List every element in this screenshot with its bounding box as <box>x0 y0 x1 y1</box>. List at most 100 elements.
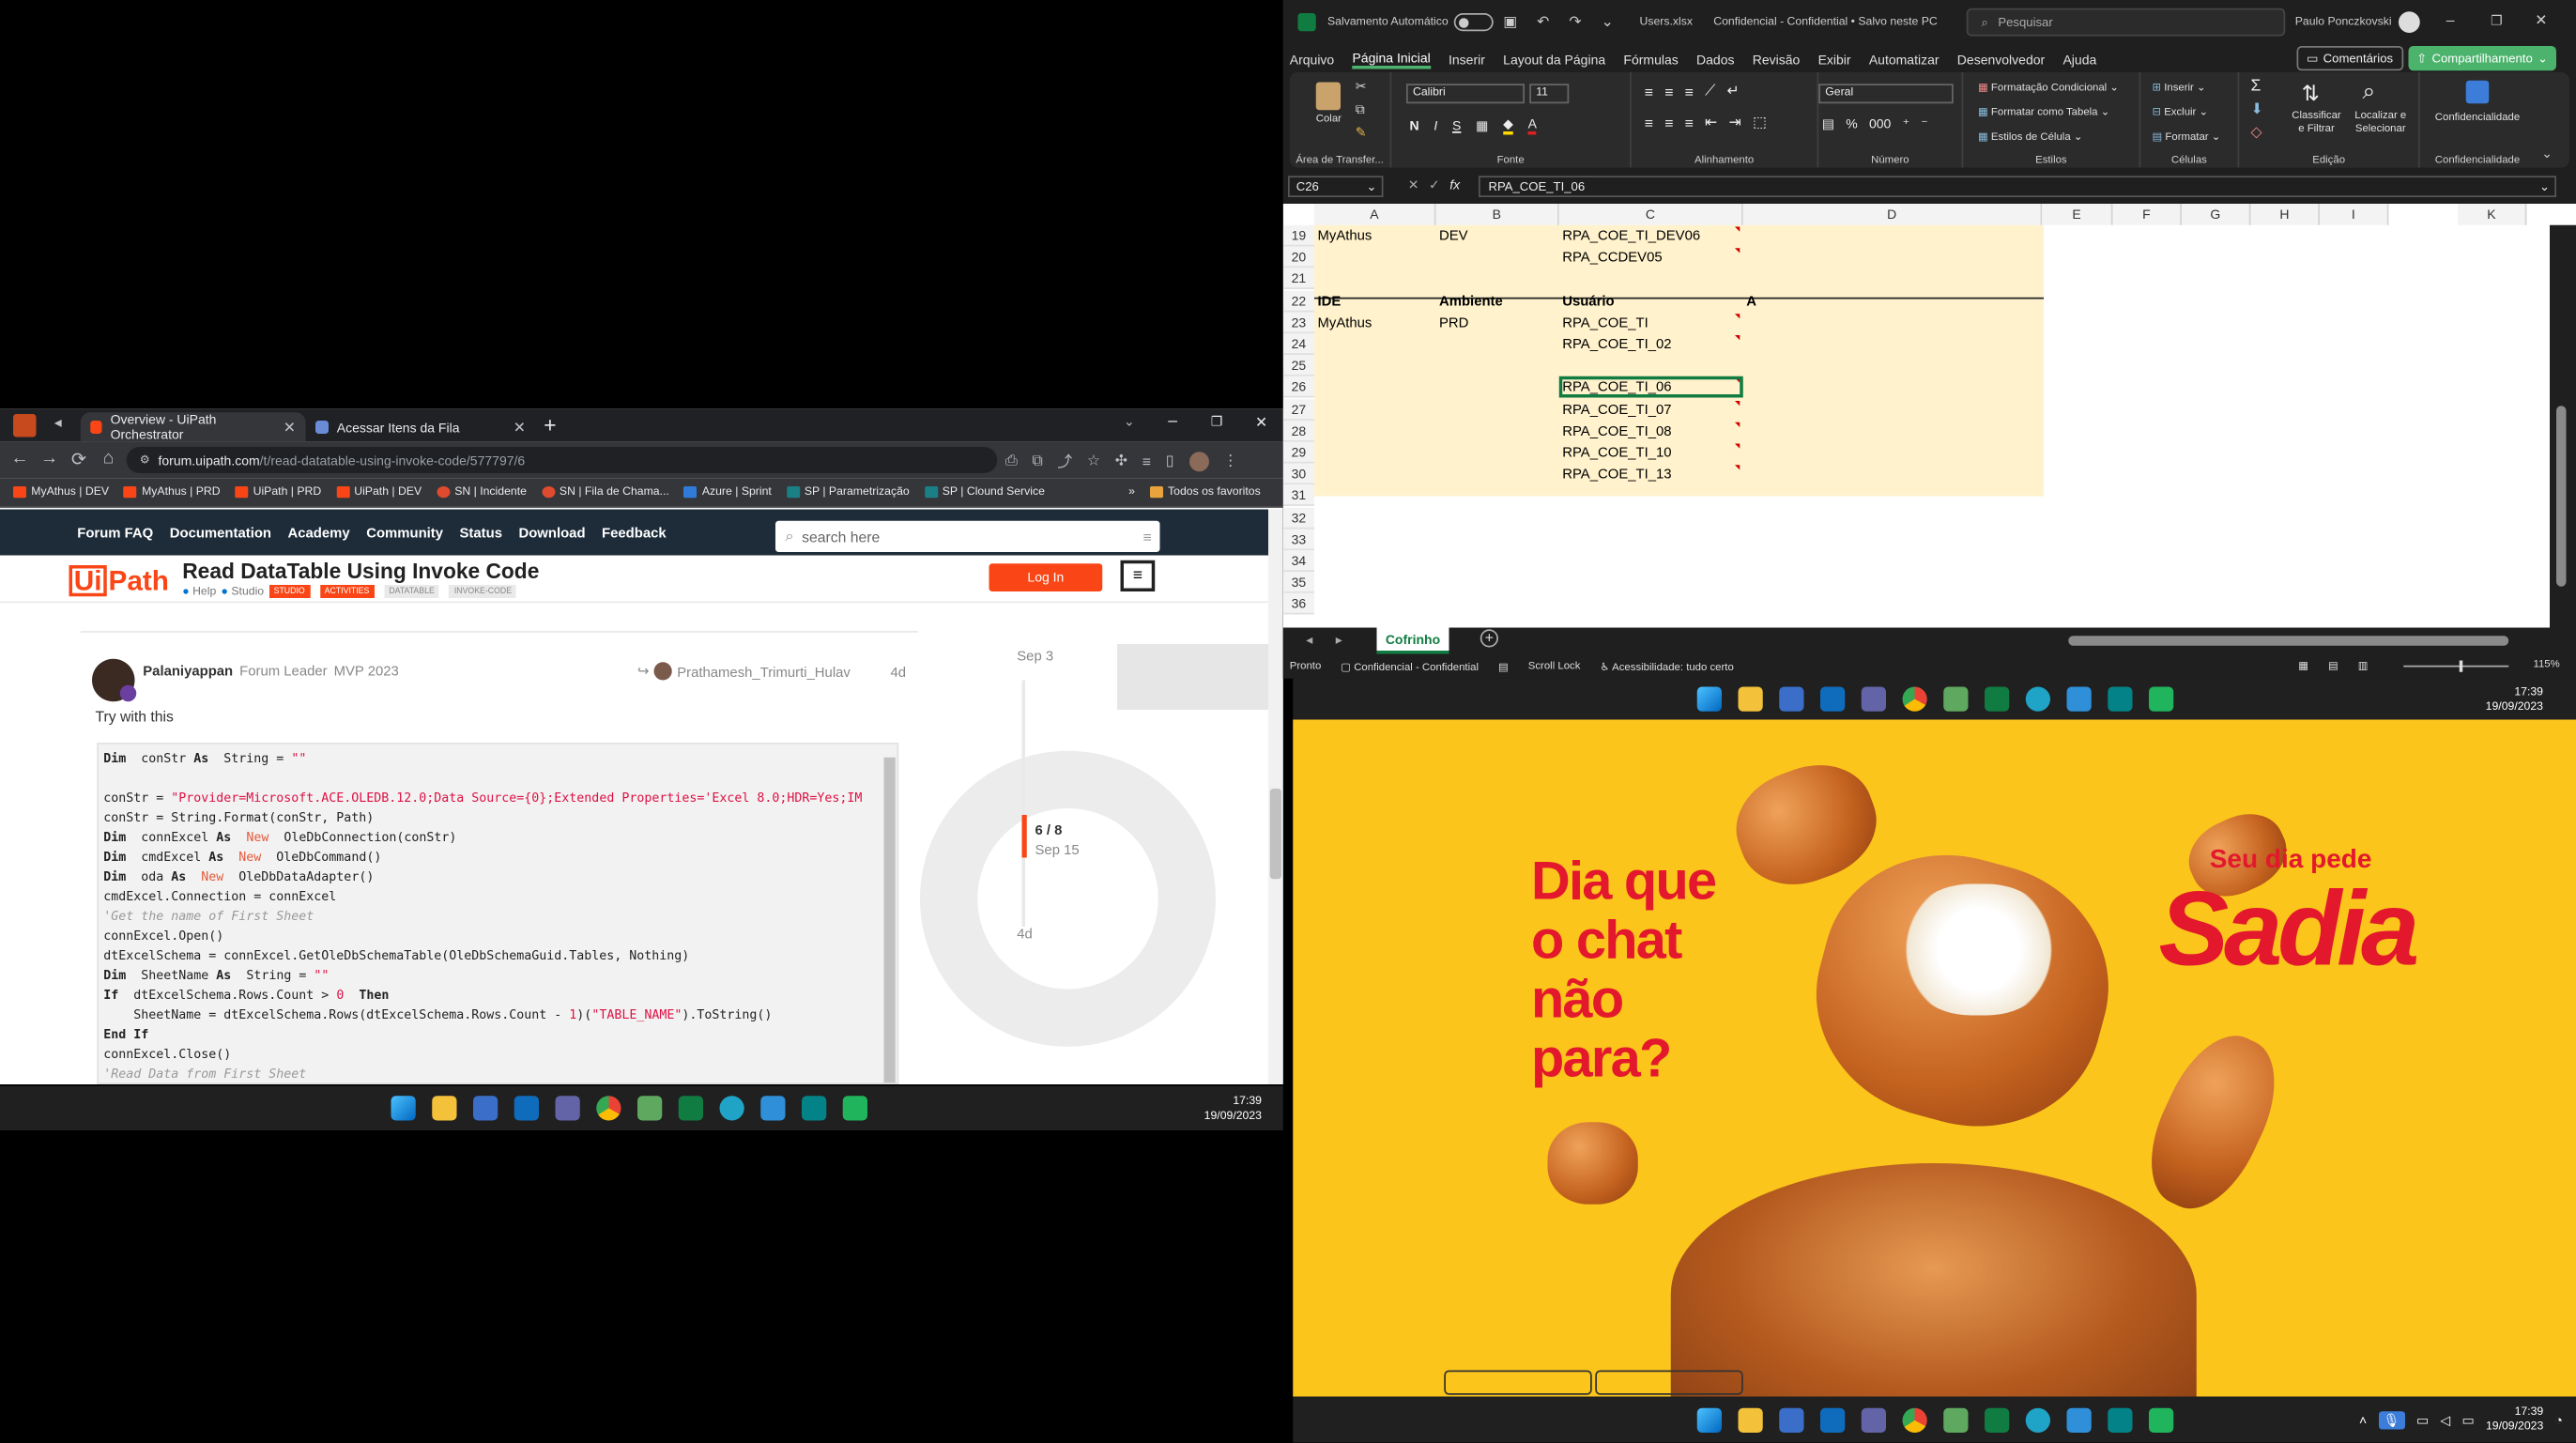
page-layout-icon[interactable]: ▤ <box>2328 659 2338 672</box>
edge-icon[interactable] <box>2024 1406 2050 1433</box>
nav-forum-faq[interactable]: Forum FAQ <box>77 524 153 541</box>
cancel-icon[interactable]: ✕ <box>1408 177 1419 192</box>
profile-avatar[interactable] <box>1188 451 1209 471</box>
user-name[interactable]: Paulo Ponczkovski <box>2295 17 2392 28</box>
customize-icon[interactable]: ⌄ <box>1602 13 1614 31</box>
microphone-icon[interactable]: 🎙 <box>2378 1410 2405 1429</box>
bookmark[interactable]: MyAthus | DEV <box>13 486 109 499</box>
italic-button[interactable]: I <box>1434 118 1437 133</box>
save-icon[interactable]: ▣ <box>1503 13 1517 31</box>
edge-icon[interactable] <box>719 1096 744 1121</box>
indent-icon[interactable]: ⇤ <box>1705 114 1717 131</box>
format-as-table-button[interactable]: ▦ Formatar como Tabela ⌄ <box>1978 105 2109 118</box>
login-button[interactable]: Log In <box>989 563 1103 591</box>
wrap-text-icon[interactable]: ↵ <box>1726 83 1739 100</box>
outlook-icon[interactable] <box>1819 686 1845 712</box>
page-scrollbar[interactable] <box>1268 509 1283 1084</box>
bookmark[interactable]: SN | Fila de Chama... <box>541 486 669 499</box>
row-header[interactable]: 27 <box>1282 398 1314 421</box>
timeline-handle[interactable] <box>1021 815 1027 858</box>
tab-queue-items[interactable]: Acessar Itens da Fila ✕ <box>306 412 536 442</box>
carousel-indicator[interactable] <box>1444 1370 1592 1395</box>
horizontal-scrollbar[interactable] <box>2068 636 2509 646</box>
align-middle-icon[interactable]: ≡ <box>1664 83 1673 100</box>
underline-button[interactable]: S <box>1452 118 1461 133</box>
comment-indicator-icon[interactable] <box>1735 400 1740 406</box>
outlook-icon[interactable] <box>1819 1406 1845 1433</box>
normal-view-icon[interactable]: ▦ <box>2298 659 2308 672</box>
tab-orchestrator[interactable]: Overview - UiPath Orchestrator ✕ <box>80 412 306 442</box>
forward-icon[interactable]: → <box>38 449 61 468</box>
sharepoint-icon[interactable] <box>2107 1406 2132 1433</box>
nav-community[interactable]: Community <box>366 524 443 541</box>
battery-icon[interactable]: ▭ <box>2461 1412 2474 1427</box>
bookmark[interactable]: UiPath | PRD <box>235 486 321 499</box>
next-sheet-icon[interactable]: ▸ <box>1336 633 1342 648</box>
restore-button[interactable]: ❐ <box>2491 13 2503 28</box>
font-size-select[interactable]: 11 <box>1529 84 1570 104</box>
copy-icon[interactable]: ⧉ <box>1356 102 1365 119</box>
edge-icon[interactable] <box>2024 686 2050 712</box>
category-help[interactable]: ● Help <box>182 586 216 597</box>
maximize-button[interactable]: ❐ <box>1211 414 1223 429</box>
row-header[interactable]: 23 <box>1282 312 1314 333</box>
find-select-button[interactable]: Localizar e Selecionar <box>2348 110 2414 136</box>
decrease-decimal-icon[interactable]: ⁻ <box>1921 116 1927 131</box>
tag-datatable[interactable]: DATATABLE <box>384 585 440 598</box>
vertical-scrollbar[interactable] <box>2550 224 2576 628</box>
back-icon[interactable]: ← <box>8 449 32 468</box>
orientation-icon[interactable]: ⟋ <box>1705 83 1715 100</box>
align-center-icon[interactable]: ≡ <box>1664 115 1673 131</box>
comment-indicator-icon[interactable] <box>1735 335 1740 341</box>
scrollbar-thumb[interactable] <box>2556 406 2567 587</box>
row-header[interactable]: 32 <box>1282 507 1314 529</box>
align-right-icon[interactable]: ≡ <box>1685 115 1694 131</box>
status-confidential[interactable]: ▢ Confidencial - Confidential <box>1341 660 1479 672</box>
redo-icon[interactable]: ↷ <box>1569 13 1581 31</box>
clear-icon[interactable]: ◇ <box>2251 123 2262 141</box>
paste-button[interactable]: Colar <box>1316 114 1342 125</box>
remote-desktop-icon[interactable] <box>1778 686 1803 712</box>
bookmark[interactable]: Azure | Sprint <box>683 486 772 499</box>
tab-pagina-inicial[interactable]: Página Inicial <box>1352 51 1431 69</box>
column-header[interactable]: F <box>2112 204 2182 225</box>
conditional-format-button[interactable]: ▦ Formatação Condicional ⌄ <box>1978 81 2119 94</box>
star-icon[interactable]: ☆ <box>1087 452 1100 469</box>
bookmarks-overflow-icon[interactable]: » <box>1128 486 1135 498</box>
close-window-button[interactable]: ✕ <box>2535 11 2547 29</box>
file-explorer-icon[interactable] <box>432 1096 457 1121</box>
row-header[interactable]: 34 <box>1282 550 1314 572</box>
menu-icon[interactable]: ⋮ <box>1223 452 1238 469</box>
name-box[interactable]: C26 ⌄ <box>1288 176 1384 197</box>
teams-icon[interactable] <box>1860 1406 1886 1433</box>
comment-indicator-icon[interactable] <box>1735 226 1740 232</box>
cell-c28[interactable]: RPA_COE_TI_08 <box>1562 421 1671 442</box>
cell-a19[interactable]: MyAthus <box>1318 225 1372 247</box>
notification-icon[interactable]: ◔ <box>2555 1412 2563 1427</box>
cell-b22[interactable]: Ambiente <box>1439 290 1503 312</box>
row-header[interactable]: 28 <box>1282 420 1314 442</box>
comments-button[interactable]: ▭ Comentários <box>2296 46 2403 71</box>
clock[interactable]: 17:39 19/09/2023 <box>2486 1405 2543 1435</box>
notes-icon[interactable] <box>2065 686 2091 712</box>
autosum-icon[interactable]: Σ <box>2251 77 2262 95</box>
bookmark[interactable]: SP | Parametrização <box>786 486 910 499</box>
format-painter-icon[interactable]: ✎ <box>1356 125 1367 140</box>
number-format-select[interactable]: Geral <box>1818 84 1954 104</box>
prev-sheet-icon[interactable]: ◂ <box>1306 633 1312 648</box>
formula-input[interactable]: RPA_COE_TI_06 ⌄ <box>1479 176 2556 197</box>
delete-cells-button[interactable]: ⊟ Excluir ⌄ <box>2153 105 2209 118</box>
nav-status[interactable]: Status <box>460 524 502 541</box>
search-options-icon[interactable]: ≡ <box>1143 529 1152 545</box>
tab-ajuda[interactable]: Ajuda <box>2062 53 2096 68</box>
green-app-icon[interactable] <box>2148 1406 2173 1433</box>
cell-c24[interactable]: RPA_COE_TI_02 <box>1562 333 1671 355</box>
cell-c22[interactable]: Usuário <box>1562 290 1614 312</box>
close-tab-icon[interactable]: ✕ <box>284 418 296 436</box>
chrome-icon[interactable] <box>596 1096 621 1121</box>
fill-icon[interactable]: ⬇ <box>2251 100 2263 118</box>
extensions-icon[interactable]: ✣ <box>1115 452 1127 469</box>
bold-button[interactable]: N <box>1410 118 1419 133</box>
category-studio[interactable]: ● Studio <box>222 586 265 597</box>
column-header[interactable]: D <box>1742 204 2043 225</box>
